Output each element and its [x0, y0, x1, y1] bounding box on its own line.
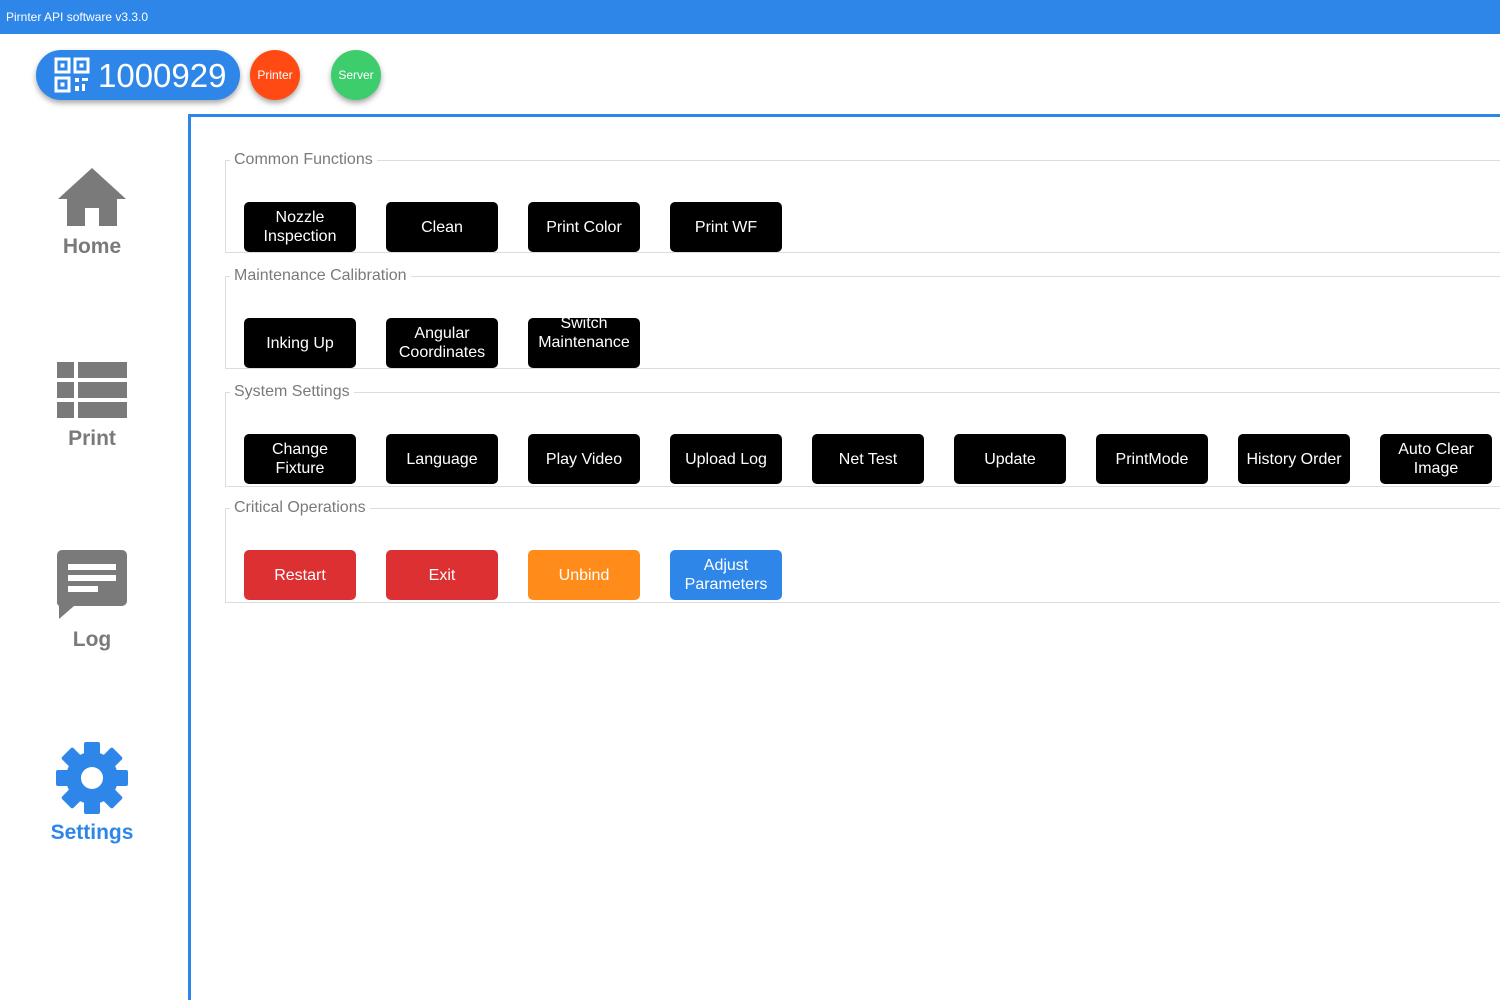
restart-button[interactable]: Restart [244, 550, 356, 600]
group-title: Common Functions [234, 151, 373, 168]
sidebar-item-settings[interactable]: Settings [30, 742, 154, 845]
group-title: Maintenance Calibration [234, 267, 407, 284]
device-id-text: 1000929 [98, 57, 227, 94]
common-functions-group: Common Functions Nozzle Inspection Clean… [225, 151, 1500, 253]
button-label: Switch Maintenance [538, 318, 630, 351]
printer-status-indicator[interactable]: Printer [250, 50, 300, 100]
title-bar: Pirnter API software v3.3.0 [0, 0, 1500, 34]
chat-icon [56, 550, 127, 619]
print-wf-button[interactable]: Print WF [670, 202, 782, 252]
print-color-button[interactable]: Print Color [528, 202, 640, 252]
sidebar-item-label: Log [72, 628, 112, 651]
device-id-badge[interactable]: 1000929 [36, 50, 240, 100]
sidebar-item-print[interactable]: Print [30, 360, 154, 451]
qr-code-icon [54, 57, 90, 93]
switch-maintenance-button[interactable]: Switch Maintenance [528, 318, 640, 368]
printmode-button[interactable]: PrintMode [1096, 434, 1208, 484]
settings-panel: Common Functions Nozzle Inspection Clean… [188, 114, 1500, 1000]
gear-icon [56, 742, 128, 814]
group-title: System Settings [234, 383, 350, 400]
adjust-parameters-button[interactable]: Adjust Parameters [670, 550, 782, 600]
inking-up-button[interactable]: Inking Up [244, 318, 356, 368]
home-icon [58, 168, 126, 226]
angular-coordinates-button[interactable]: Angular Coordinates [386, 318, 498, 368]
auto-clear-image-button[interactable]: Auto Clear Image [1380, 434, 1492, 484]
update-button[interactable]: Update [954, 434, 1066, 484]
sidebar-item-home[interactable]: Home [30, 166, 154, 259]
history-order-button[interactable]: History Order [1238, 434, 1350, 484]
sidebar-item-label: Settings [50, 821, 134, 844]
system-settings-group: System Settings Change Fixture Language … [225, 383, 1500, 487]
maintenance-calibration-group: Maintenance Calibration Inking Up Angula… [225, 267, 1500, 369]
sidebar-item-label: Print [68, 427, 116, 450]
clean-button[interactable]: Clean [386, 202, 498, 252]
critical-operations-group: Critical Operations Restart Exit Unbind … [225, 499, 1500, 603]
net-test-button[interactable]: Net Test [812, 434, 924, 484]
window-title: Pirnter API software v3.3.0 [6, 10, 149, 24]
nozzle-inspection-button[interactable]: Nozzle Inspection [244, 202, 356, 252]
play-video-button[interactable]: Play Video [528, 434, 640, 484]
unbind-button[interactable]: Unbind [528, 550, 640, 600]
sidebar-item-log[interactable]: Log [30, 549, 154, 652]
upload-log-button[interactable]: Upload Log [670, 434, 782, 484]
change-fixture-button[interactable]: Change Fixture [244, 434, 356, 484]
server-status-indicator[interactable]: Server [331, 50, 381, 100]
list-icon [57, 362, 127, 418]
sidebar-item-label: Home [62, 235, 122, 258]
group-title: Critical Operations [234, 499, 366, 516]
language-button[interactable]: Language [386, 434, 498, 484]
exit-button[interactable]: Exit [386, 550, 498, 600]
